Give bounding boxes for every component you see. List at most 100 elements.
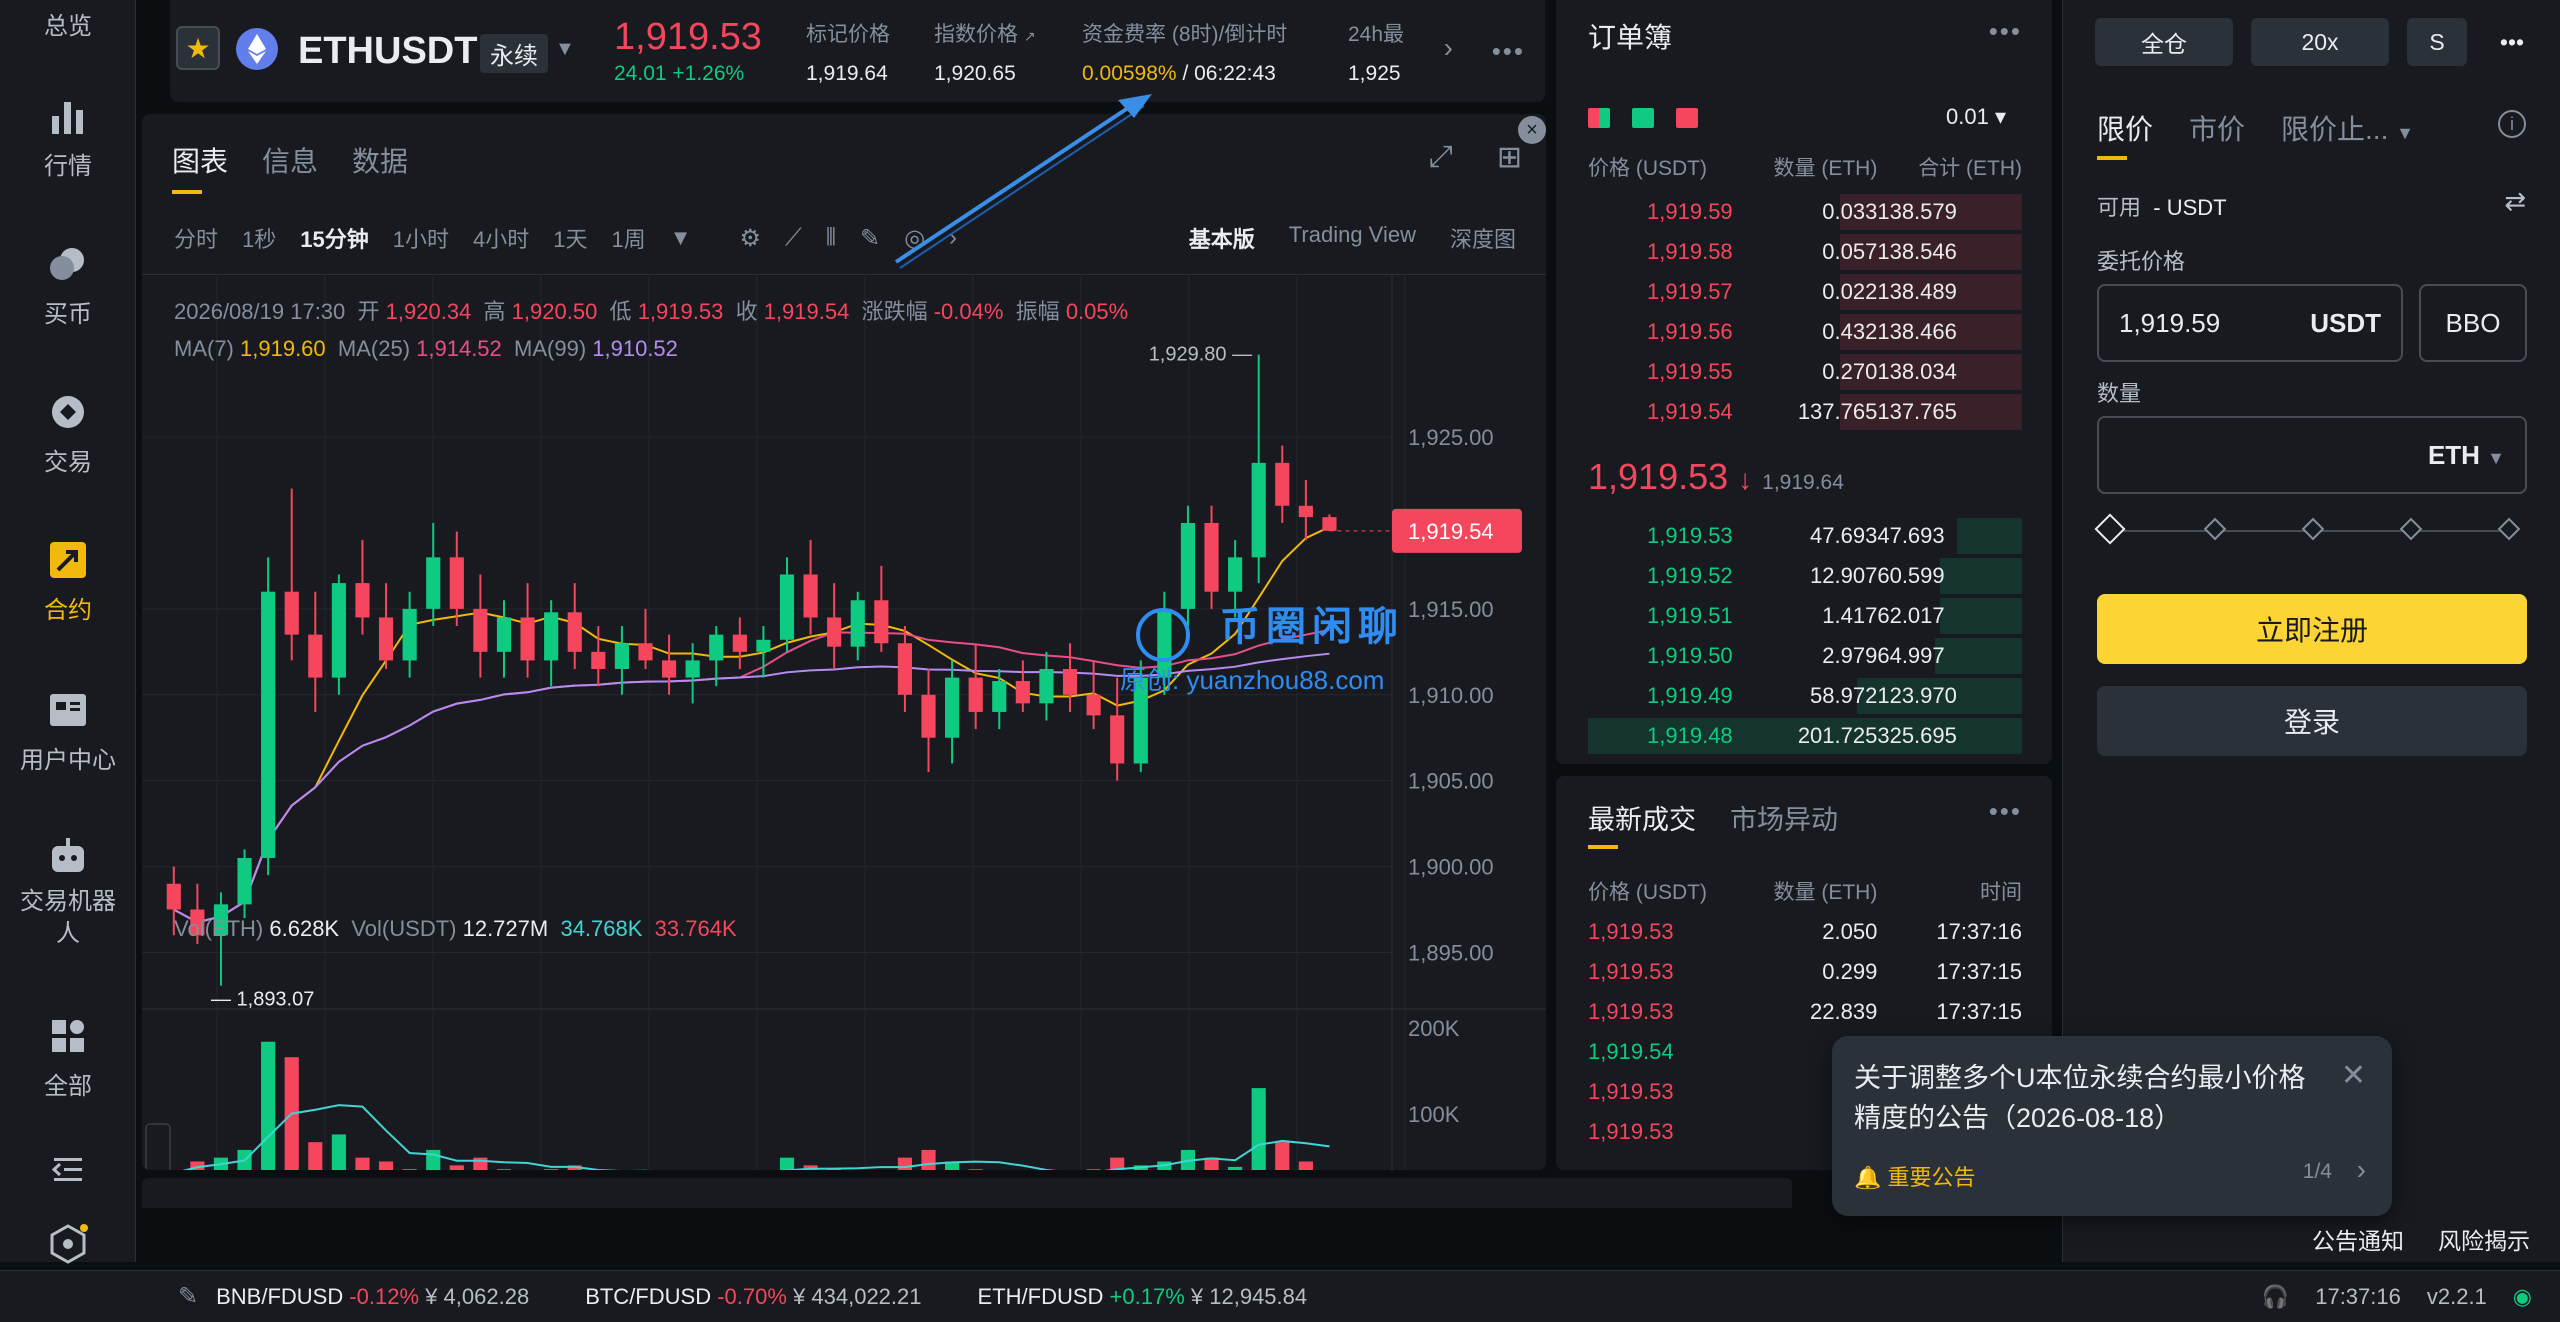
orderbook-bid-row[interactable]: 1,919.50 2.979 64.997 (1588, 636, 2022, 676)
ticker-item[interactable]: BTC/FDUSD -0.70% ¥ 434,022.21 (585, 1284, 921, 1310)
symbol-name[interactable]: ETHUSDT (298, 30, 477, 73)
chevron-right-icon[interactable]: › (1444, 32, 1453, 64)
favorite-star-icon[interactable]: ★ (176, 26, 220, 70)
chevron-down-icon[interactable]: ▼ (555, 38, 575, 61)
quantity-input[interactable]: ETH ▼ (2097, 416, 2527, 494)
orderbook-bid-row[interactable]: 1,919.52 12.907 60.599 (1588, 556, 2022, 596)
tf-15m[interactable]: 15分钟 (300, 222, 368, 254)
tf-1h[interactable]: 1小时 (393, 222, 449, 254)
rail-item-markets[interactable]: 行情 (0, 96, 136, 181)
layout-icon[interactable]: ⊞ (1497, 140, 1522, 175)
announcement-title[interactable]: 关于调整多个U本位永续合约最小价格精度的公告（2026-08-18） (1854, 1058, 2314, 1138)
edit-icon[interactable]: ✎ (178, 1282, 198, 1311)
slider-handle[interactable] (2094, 513, 2126, 545)
orderbook-ask-row[interactable]: 1,919.56 0.432 138.466 (1588, 312, 2022, 352)
bids-only-icon[interactable] (1632, 108, 1654, 128)
orderbook-ask-row[interactable]: 1,919.59 0.033 138.579 (1588, 192, 2022, 232)
more-icon[interactable]: ••• (2487, 18, 2537, 66)
volume-readout: Vol(ETH) 6.628K Vol(USDT) 12.727M 34.768… (174, 916, 737, 941)
ticker-item[interactable]: ETH/FDUSD +0.17% ¥ 12,945.84 (978, 1284, 1308, 1310)
tf-1d[interactable]: 1天 (553, 222, 587, 254)
transfer-icon[interactable]: ⇄ (2504, 186, 2526, 217)
orderbook-bid-row[interactable]: 1,919.48 201.725 325.695 (1588, 716, 2022, 756)
user-card-icon (50, 694, 86, 726)
tab-stop-limit[interactable]: 限价止... ▼ (2281, 108, 2414, 160)
bbo-button[interactable]: BBO (2419, 284, 2527, 362)
tab-limit[interactable]: 限价 (2097, 108, 2153, 160)
orderbook-bid-row[interactable]: 1,919.49 58.972 123.970 (1588, 676, 2022, 716)
footer-links: 公告通知 风险揭示 (2312, 1222, 2530, 1256)
orderbook-bid-row[interactable]: 1,919.51 1.417 62.017 (1588, 596, 2022, 636)
login-button[interactable]: 登录 (2097, 686, 2527, 756)
tab-market[interactable]: 市价 (2189, 108, 2245, 160)
tab-market-movers[interactable]: 市场异动 (1730, 798, 1838, 849)
rail-item-futures[interactable]: 合约 (0, 540, 136, 625)
collapse-menu-button[interactable] (0, 1150, 136, 1200)
both-sides-icon[interactable] (1588, 108, 1610, 128)
indicator-settings-icon[interactable]: ⚙ (740, 224, 762, 253)
price-tick-label: 1,900.00 (1408, 855, 1494, 880)
more-icon[interactable]: ••• (1989, 796, 2022, 827)
tf-1s[interactable]: 1秒 (242, 222, 276, 254)
position-mode-button[interactable]: S (2407, 18, 2467, 66)
precision-select[interactable]: 0.01 ▾ (1946, 104, 2006, 130)
orderbook-ask-row[interactable]: 1,919.54 137.765 137.765 (1588, 392, 2022, 432)
orderbook-ask-row[interactable]: 1,919.58 0.057 138.546 (1588, 232, 2022, 272)
leverage-button[interactable]: 20x (2251, 18, 2389, 66)
candlestick-chart[interactable]: 1,925.00 1,915.00 1,910.00 1,905.00 1,900.00… (142, 274, 1546, 1170)
version-depth[interactable]: 深度图 (1450, 222, 1516, 254)
volume-tick-label: 100K (1408, 1102, 1460, 1127)
target-icon[interactable]: ◎ (904, 224, 925, 253)
close-icon[interactable]: × (1518, 116, 1546, 144)
order-price-input[interactable]: 1,919.59 USDT (2097, 284, 2403, 362)
volume-bar (426, 1149, 441, 1170)
line-chart-icon[interactable]: ⟋ (785, 224, 802, 252)
candle-body (1251, 462, 1266, 558)
announcements-link[interactable]: 公告通知 (2312, 1222, 2404, 1256)
tab-chart[interactable]: 图表 (172, 140, 228, 194)
rail-item-trading-bots[interactable]: 交易机器人 (0, 836, 136, 950)
orderbook-bid-row[interactable]: 1,919.53 47.693 47.693 (1588, 516, 2022, 556)
expand-icon[interactable]: ⤢ (1429, 140, 1453, 175)
rail-item-overview[interactable]: 总览 (0, 6, 136, 41)
eth-logo-icon (236, 28, 278, 70)
register-button[interactable]: 立即注册 (2097, 594, 2527, 664)
tf-timeline[interactable]: 分时 (174, 222, 218, 254)
chevron-right-icon[interactable]: › (949, 224, 957, 252)
candle-body (614, 643, 629, 669)
close-icon[interactable]: ✕ (2341, 1058, 2366, 1093)
tf-4h[interactable]: 4小时 (473, 222, 529, 254)
orderbook-ask-row[interactable]: 1,919.55 0.270 138.034 (1588, 352, 2022, 392)
orderbook-ask-row[interactable]: 1,919.57 0.022 138.489 (1588, 272, 2022, 312)
rail-item-buy-crypto[interactable]: 买币 (0, 244, 136, 329)
chevron-right-icon[interactable]: › (2357, 1154, 2366, 1186)
last-price: 1,919.53 (614, 16, 762, 58)
tf-dropdown-icon[interactable]: ▼ (670, 225, 692, 251)
risk-disclosure-link[interactable]: 风险揭示 (2438, 1222, 2530, 1256)
headset-icon[interactable]: 🎧 (2262, 1284, 2289, 1310)
more-icon[interactable]: ••• (1989, 16, 2022, 47)
tab-data[interactable]: 数据 (352, 140, 408, 194)
candle-icon[interactable]: ⫴ (826, 224, 836, 252)
version-tradingview[interactable]: Trading View (1289, 222, 1416, 254)
info-icon[interactable]: i (2498, 110, 2526, 138)
rail-item-user-center[interactable]: 用户中心 (0, 690, 136, 775)
quantity-slider[interactable] (2094, 513, 2521, 545)
settings-button[interactable] (0, 1224, 136, 1274)
volume-tick-label: 200K (1408, 1016, 1460, 1041)
volume-bar (378, 1161, 394, 1170)
asks-only-icon[interactable] (1676, 108, 1698, 128)
candle-body (261, 591, 276, 858)
rail-item-trade[interactable]: 交易 (0, 392, 136, 477)
ticker-item[interactable]: BNB/FDUSD -0.12% ¥ 4,062.28 (216, 1284, 529, 1310)
tab-latest-trades[interactable]: 最新成交 (1588, 798, 1696, 849)
tab-info[interactable]: 信息 (262, 140, 318, 194)
announcement-toast[interactable]: 关于调整多个U本位永续合约最小价格精度的公告（2026-08-18） ✕ 🔔 重… (1832, 1036, 2392, 1216)
tf-1w[interactable]: 1周 (612, 222, 646, 254)
margin-mode-button[interactable]: 全仓 (2095, 18, 2233, 66)
more-icon[interactable]: ••• (1492, 36, 1525, 67)
version-basic[interactable]: 基本版 (1189, 222, 1255, 254)
draw-tools-icon[interactable]: ✎ (860, 224, 880, 253)
rail-item-all[interactable]: 全部 (0, 1016, 136, 1101)
candle-body (402, 608, 417, 661)
